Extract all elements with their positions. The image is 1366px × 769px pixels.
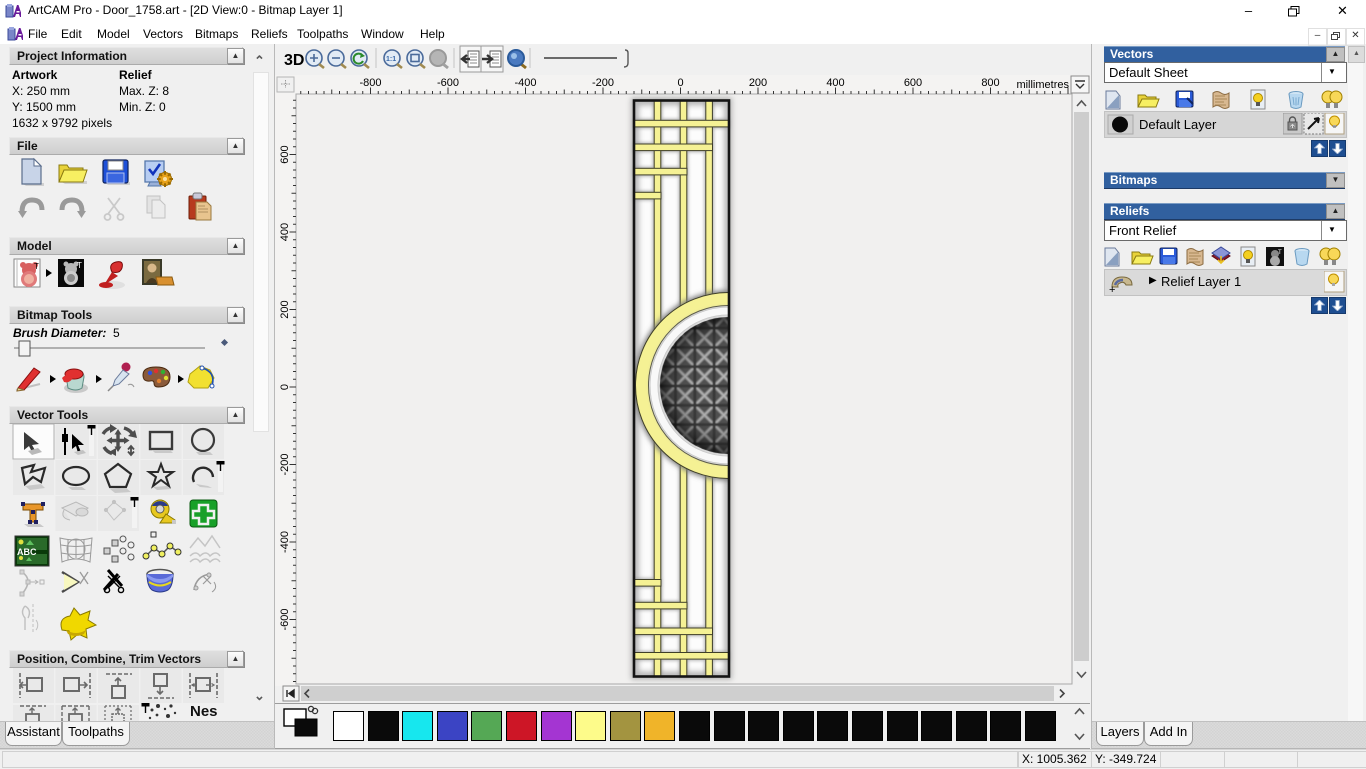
svg-text:400: 400 bbox=[279, 223, 291, 241]
svg-text:600: 600 bbox=[904, 77, 922, 89]
svg-text:200: 200 bbox=[279, 300, 291, 318]
svg-text:-200: -200 bbox=[279, 453, 291, 475]
svg-text:T: T bbox=[34, 262, 39, 271]
svg-text:millimetres: millimetres bbox=[1016, 79, 1069, 91]
svg-text:0: 0 bbox=[677, 77, 683, 89]
svg-text:800: 800 bbox=[981, 77, 999, 89]
svg-text:ABC: ABC bbox=[17, 547, 37, 557]
svg-text:0: 0 bbox=[279, 384, 291, 390]
svg-text:1:1: 1:1 bbox=[386, 56, 396, 63]
svg-text:-600: -600 bbox=[279, 608, 291, 630]
svg-text:T: T bbox=[77, 261, 82, 270]
svg-text:+: + bbox=[1109, 284, 1115, 295]
svg-text:600: 600 bbox=[279, 145, 291, 163]
svg-text:T: T bbox=[1278, 250, 1282, 256]
svg-text:Nes: Nes bbox=[190, 703, 218, 720]
svg-text:-600: -600 bbox=[437, 77, 459, 89]
svg-text:3D: 3D bbox=[284, 52, 304, 69]
svg-text:400: 400 bbox=[826, 77, 844, 89]
svg-text:-800: -800 bbox=[359, 77, 381, 89]
svg-text:200: 200 bbox=[749, 77, 767, 89]
svg-text:-400: -400 bbox=[514, 77, 536, 89]
svg-text:-200: -200 bbox=[592, 77, 614, 89]
svg-text:-400: -400 bbox=[279, 531, 291, 553]
